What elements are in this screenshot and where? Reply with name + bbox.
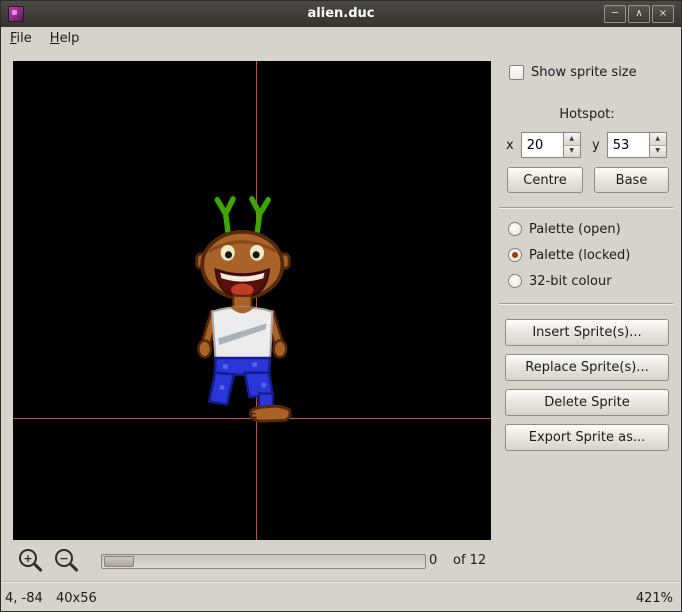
radio-32bit-colour-label: 32-bit colour — [529, 273, 612, 289]
panel-separator — [499, 303, 673, 305]
hotspot-x-spin-buttons: ▲ ▼ — [562, 132, 581, 158]
hotspot-x-label: x — [506, 137, 514, 153]
minimize-icon: ─ — [611, 8, 619, 19]
window-controls: ─ ∧ × — [604, 5, 674, 23]
radio-32bit-colour[interactable]: 32-bit colour — [508, 273, 612, 289]
maximize-icon: ∧ — [635, 8, 643, 19]
plus-glyph: + — [23, 551, 33, 565]
close-button[interactable]: × — [652, 5, 674, 23]
radio-icon — [508, 222, 522, 236]
insert-sprites-button[interactable]: Insert Sprite(s)... — [505, 319, 669, 346]
menu-file-rest: ile — [16, 31, 32, 46]
hotspot-y-increment-button[interactable]: ▲ — [649, 133, 666, 145]
window-title: alien.duc — [307, 6, 375, 21]
minimize-button[interactable]: ─ — [604, 5, 626, 23]
frame-current: 0 — [429, 553, 438, 568]
export-sprite-button[interactable]: Export Sprite as... — [505, 424, 669, 451]
menu-help-rest: elp — [59, 31, 80, 46]
app-window: alien.duc ─ ∧ × File Help Show sprite si… — [0, 0, 682, 612]
close-icon: × — [658, 8, 668, 19]
radio-icon — [508, 248, 522, 262]
hotspot-label: Hotspot: — [559, 107, 615, 122]
radio-palette-locked-label: Palette (locked) — [529, 247, 631, 263]
spin-up-icon: ▲ — [569, 134, 575, 142]
centre-button[interactable]: Centre — [507, 167, 583, 193]
menu-help[interactable]: Help — [41, 27, 89, 51]
replace-sprites-button[interactable]: Replace Sprite(s)... — [505, 354, 669, 381]
radio-palette-open[interactable]: Palette (open) — [508, 221, 621, 237]
minus-glyph: − — [59, 551, 69, 565]
radio-palette-locked[interactable]: Palette (locked) — [508, 247, 630, 263]
maximize-button[interactable]: ∧ — [628, 5, 650, 23]
menubar: File Help — [1, 27, 681, 51]
hotspot-x-input[interactable] — [520, 132, 563, 158]
hotspot-y-spinbox: ▲ ▼ — [606, 132, 667, 158]
hotspot-y-spin-buttons: ▲ ▼ — [648, 132, 667, 158]
show-sprite-size-checkbox[interactable] — [509, 64, 524, 80]
menu-file[interactable]: File — [1, 27, 41, 51]
zoom-out-button[interactable]: − — [55, 549, 85, 577]
radio-palette-open-label: Palette (open) — [529, 221, 621, 237]
zoom-in-icon: + — [19, 549, 37, 567]
zoom-out-icon: − — [55, 549, 73, 567]
show-sprite-size-option: Show sprite size — [509, 64, 637, 80]
panel-separator — [499, 207, 673, 209]
hotspot-x-spinbox: ▲ ▼ — [520, 132, 581, 158]
delete-sprite-button[interactable]: Delete Sprite — [505, 389, 669, 416]
frame-slider[interactable] — [101, 554, 426, 569]
status-zoom-level: 421% — [635, 591, 673, 606]
frame-slider-handle[interactable] — [104, 556, 134, 567]
statusbar-separator — [1, 581, 681, 583]
alien-sprite-image — [159, 193, 329, 427]
menu-help-accel: H — [49, 31, 60, 46]
hotspot-x-row: x ▲ ▼ — [506, 132, 581, 158]
hotspot-y-decrement-button[interactable]: ▼ — [649, 144, 666, 157]
sprite-canvas[interactable] — [13, 61, 491, 540]
hotspot-y-input[interactable] — [606, 132, 649, 158]
hotspot-x-increment-button[interactable]: ▲ — [563, 133, 580, 145]
frame-total: of 12 — [453, 553, 487, 568]
hotspot-y-label: y — [592, 137, 600, 153]
status-cursor-coords: 4, -84 — [5, 591, 43, 606]
base-button[interactable]: Base — [594, 167, 669, 193]
show-sprite-size-label: Show sprite size — [531, 64, 637, 80]
zoom-in-button[interactable]: + — [19, 549, 49, 577]
hotspot-x-decrement-button[interactable]: ▼ — [563, 144, 580, 157]
status-sprite-size: 40x56 — [56, 591, 97, 606]
titlebar[interactable]: alien.duc ─ ∧ × — [1, 1, 681, 27]
spin-down-icon: ▼ — [655, 147, 661, 155]
spin-down-icon: ▼ — [569, 147, 575, 155]
radio-icon — [508, 274, 522, 288]
spin-up-icon: ▲ — [655, 134, 661, 142]
hotspot-y-row: y ▲ ▼ — [592, 132, 667, 158]
